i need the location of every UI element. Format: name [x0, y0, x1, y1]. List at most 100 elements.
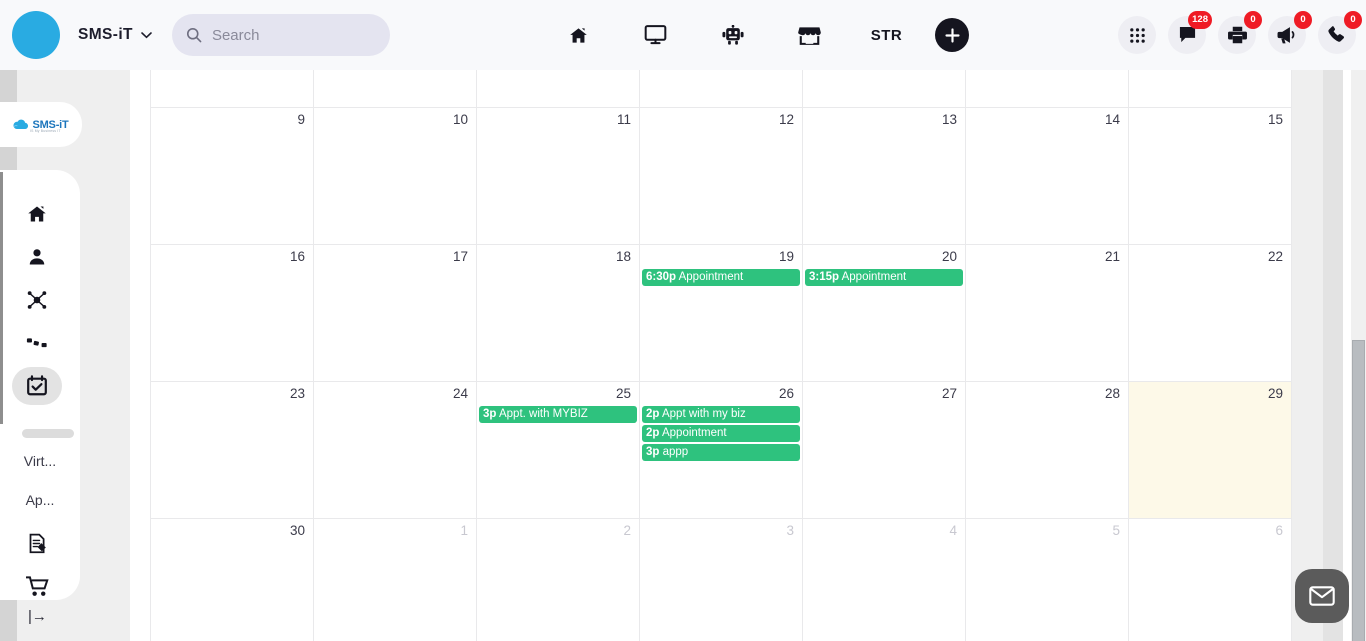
calendar-day-cell[interactable]: 23 [151, 382, 314, 519]
calendar-event-list: 2p Appt with my biz 2p Appointment 3p appp [640, 403, 802, 461]
calendar-event-list [1129, 540, 1291, 543]
calendar-event-list [314, 266, 476, 269]
calendar-day-cell[interactable]: 11 [477, 108, 640, 245]
sidebar-item-dashboard[interactable] [14, 195, 60, 233]
calendar-week-row: 30 1 2 3 4 5 6 [151, 519, 1292, 641]
calendar-day-cell[interactable]: 15 [1129, 108, 1292, 245]
calendar-day-cell[interactable]: 6 [1129, 519, 1292, 641]
nav-monitor[interactable] [617, 0, 694, 70]
calendar-event-time: 3p [483, 408, 497, 420]
calendar-event[interactable]: 3:15p Appointment [805, 269, 963, 286]
calendar-day-cell[interactable]: 20 3:15p Appointment [803, 245, 966, 382]
calendar-day-cell[interactable] [966, 70, 1129, 108]
calendar-day-cell[interactable]: 24 [314, 382, 477, 519]
calendar-event-list [1129, 129, 1291, 132]
brand-name[interactable]: SMS-iT [78, 26, 133, 44]
nav-robot[interactable] [694, 0, 771, 70]
add-button[interactable] [935, 18, 969, 52]
search-input[interactable] [211, 26, 372, 44]
sidebar-item-forms[interactable] [14, 524, 60, 562]
calendar-day-cell[interactable]: 26 2p Appt with my biz 2p Appointment 3p ap… [640, 382, 803, 519]
messages-badge: 128 [1188, 11, 1212, 29]
calendar-day-cell[interactable] [151, 70, 314, 108]
calendar-event-list [966, 540, 1128, 543]
calendar-day-cell[interactable]: 10 [314, 108, 477, 245]
calendar-day-cell[interactable]: 25 3p Appt. with MYBIZ [477, 382, 640, 519]
calendar-event-list [1129, 266, 1291, 269]
calendar-day-cell[interactable] [314, 70, 477, 108]
sidebar-item-network[interactable] [14, 281, 60, 319]
calendar-day-cell[interactable]: 9 [151, 108, 314, 245]
calendar-day-cell[interactable]: 18 [477, 245, 640, 382]
calendar-event-list [314, 129, 476, 132]
calendar-event-list [477, 266, 639, 269]
nav-store[interactable] [771, 0, 848, 70]
avatar[interactable] [12, 11, 60, 59]
calendar-month-grid: 9 10 11 12 13 14 15 16 17 18 19 6:30p Appointment 20… [150, 70, 1292, 641]
calendar-day-number: 30 [289, 523, 305, 538]
calendar-day-cell[interactable]: 2 [477, 519, 640, 641]
calendar-event[interactable]: 3p Appt. with MYBIZ [479, 406, 637, 423]
calendar-day-cell[interactable]: 4 [803, 519, 966, 641]
calendar-day-cell[interactable]: 5 [966, 519, 1129, 641]
cloud-icon [13, 119, 29, 130]
calls-button[interactable]: 0 [1318, 11, 1362, 54]
calendar-day-cell[interactable]: 21 [966, 245, 1129, 382]
calendar-day-cell[interactable]: 13 [803, 108, 966, 245]
calendar-day-cell[interactable] [1129, 70, 1292, 108]
calendar-event-time: 3p [646, 446, 660, 458]
campaigns-button[interactable]: 0 [1268, 11, 1312, 54]
calendar-day-cell[interactable]: 14 [966, 108, 1129, 245]
calendar-event[interactable]: 3p appp [642, 444, 800, 461]
calendar-day-number: 13 [941, 112, 957, 127]
sidebar-item-commerce[interactable] [14, 567, 60, 605]
calendar-event[interactable]: 2p Appt with my biz [642, 406, 800, 423]
calendar-event-title: Appt. with MYBIZ [496, 408, 588, 420]
compose-message-button[interactable] [1295, 569, 1349, 623]
calendar-day-cell[interactable]: 1 [314, 519, 477, 641]
calendar-day-number: 17 [452, 249, 468, 264]
nav-home[interactable] [540, 0, 617, 70]
sidebar-item-contacts[interactable] [14, 238, 60, 276]
print-button[interactable]: 0 [1218, 11, 1262, 54]
chevron-down-icon[interactable] [141, 31, 152, 39]
calendar-day-cell[interactable]: 27 [803, 382, 966, 519]
sidebar-item-calendar[interactable] [12, 367, 62, 405]
calendar-event[interactable]: 6:30p Appointment [642, 269, 800, 286]
calendar-day-cell[interactable]: 22 [1129, 245, 1292, 382]
calendar-day-cell[interactable]: 17 [314, 245, 477, 382]
document-edit-icon [29, 533, 46, 553]
calendar-day-cell[interactable]: 16 [151, 245, 314, 382]
sidebar-logo[interactable]: SMS-iT IS My Business IT [0, 102, 82, 147]
top-nav: STR [540, 0, 969, 70]
calendar-event[interactable]: 2p Appointment [642, 425, 800, 442]
calendar-day-number: 25 [615, 386, 631, 401]
calendar-day-cell[interactable]: 12 [640, 108, 803, 245]
calendar-day-cell[interactable] [640, 70, 803, 108]
nav-str[interactable]: STR [848, 0, 925, 70]
sidebar-collapse-button[interactable]: |→ [28, 608, 47, 625]
page-scrollbar-thumb[interactable] [1352, 340, 1365, 641]
calendar-day-cell[interactable] [477, 70, 640, 108]
plus-icon [944, 27, 960, 43]
calendar-event-list [966, 403, 1128, 406]
messages-button[interactable]: 128 [1168, 11, 1212, 54]
calendar-day-cell[interactable]: 19 6:30p Appointment [640, 245, 803, 382]
sidebar-item-virtual[interactable]: Virt... [0, 453, 80, 469]
search-bar[interactable] [171, 14, 390, 56]
calendar-day-number: 28 [1104, 386, 1120, 401]
calendar-day-number: 14 [1104, 112, 1120, 127]
calendar-day-cell[interactable]: 29 [1129, 382, 1292, 519]
calendar-day-cell[interactable] [803, 70, 966, 108]
page-scrollbar-track[interactable] [1351, 70, 1366, 641]
calendar-day-cell[interactable]: 30 [151, 519, 314, 641]
campaigns-badge: 0 [1294, 11, 1312, 29]
calendar-event-time: 6:30p [646, 271, 677, 283]
calendar-day-cell[interactable]: 28 [966, 382, 1129, 519]
calendar-week-row: 23 24 25 3p Appt. with MYBIZ 26 2p Appt with … [151, 382, 1292, 519]
sidebar-item-funnel[interactable] [14, 324, 60, 362]
funnel-icon [26, 338, 47, 348]
sidebar-item-apps[interactable]: Ap... [0, 492, 80, 508]
calendar-day-cell[interactable]: 3 [640, 519, 803, 641]
apps-grid-button[interactable] [1118, 16, 1156, 54]
